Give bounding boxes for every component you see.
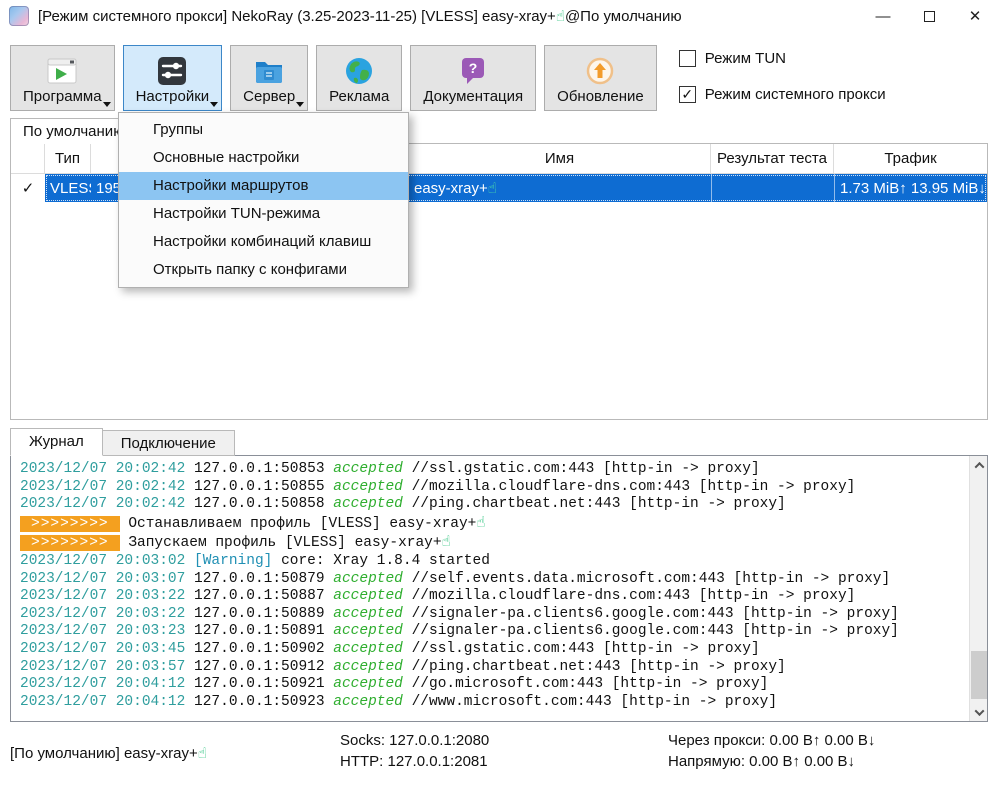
log-lines: 2023/12/07 20:02:42 127.0.0.1:50853 acce…: [20, 461, 963, 711]
dropdown-arrow-icon: [103, 102, 111, 107]
update-button[interactable]: Обновление: [544, 45, 657, 111]
log-line: 2023/12/07 20:04:12 127.0.0.1:50921 acce…: [20, 676, 963, 694]
log-line: 2023/12/07 20:03:02 [Warning] core: Xray…: [20, 553, 963, 571]
log-line: 2023/12/07 20:02:42 127.0.0.1:50858 acce…: [20, 496, 963, 514]
program-button[interactable]: Программа: [10, 45, 115, 111]
title-bar: [Режим системного прокси] NekoRay (3.25-…: [0, 0, 998, 32]
header-type[interactable]: Тип: [45, 144, 91, 173]
log-line: 2023/12/07 20:02:42 127.0.0.1:50855 acce…: [20, 479, 963, 497]
hand-cursor-icon: [442, 532, 451, 550]
help-bubble-icon: ?: [457, 54, 489, 88]
program-icon: [46, 54, 78, 88]
log-line: 2023/12/07 20:03:45 127.0.0.1:50902 acce…: [20, 641, 963, 659]
ads-button[interactable]: Реклама: [316, 45, 402, 111]
socks-port-label: Socks: 127.0.0.1:2080: [340, 730, 489, 751]
log-line: 2023/12/07 20:02:42 127.0.0.1:50853 acce…: [20, 461, 963, 479]
http-port-label: HTTP: 127.0.0.1:2081: [340, 751, 489, 772]
log-scrollbar[interactable]: [969, 456, 987, 721]
toolbar: Программа Настройки Сервер: [10, 45, 988, 111]
row-active-checkmark: ✓: [11, 174, 45, 202]
checkbox-icon: [679, 86, 696, 103]
menu-item[interactable]: Открыть папку с конфигами: [119, 256, 408, 284]
row-type: VLESS: [45, 174, 91, 202]
maximize-button[interactable]: [906, 0, 952, 32]
server-button[interactable]: Сервер: [230, 45, 308, 111]
menu-item[interactable]: Настройки TUN-режима: [119, 200, 408, 228]
log-tabs: Журнал Подключение: [10, 428, 235, 456]
log-line: >>>>>>>> Останавливаем профиль [VLESS] e…: [20, 514, 963, 534]
svg-text:?: ?: [469, 60, 478, 76]
header-name[interactable]: Имя: [409, 144, 711, 173]
log-line: 2023/12/07 20:03:22 127.0.0.1:50887 acce…: [20, 588, 963, 606]
dropdown-arrow-icon: [296, 102, 304, 107]
checkbox-icon: [679, 50, 696, 67]
log-line: >>>>>>>> Запускаем профиль [VLESS] easy-…: [20, 533, 963, 553]
menu-item[interactable]: Основные настройки: [119, 144, 408, 172]
direct-label: Напрямую: 0.00 B↑ 0.00 B↓: [668, 751, 875, 772]
log-view: 2023/12/07 20:02:42 127.0.0.1:50853 acce…: [10, 455, 988, 722]
log-line: 2023/12/07 20:03:22 127.0.0.1:50889 acce…: [20, 606, 963, 624]
header-traffic[interactable]: Трафик: [834, 144, 987, 173]
system-proxy-checkbox[interactable]: Режим системного прокси: [679, 86, 886, 103]
app-icon: [9, 6, 29, 26]
tab-log[interactable]: Журнал: [10, 428, 103, 456]
header-check[interactable]: [11, 144, 45, 173]
menu-item[interactable]: Настройки комбинаций клавиш: [119, 228, 408, 256]
minimize-button[interactable]: —: [860, 0, 906, 32]
status-bar: [По умолчанию] easy-xray+ Socks: 127.0.0…: [0, 722, 998, 785]
row-test-result: [711, 174, 834, 202]
documentation-button[interactable]: ? Документация: [410, 45, 536, 111]
menu-item[interactable]: Группы: [119, 116, 408, 144]
hand-cursor-icon: [198, 744, 207, 762]
hand-cursor-icon: [488, 179, 497, 197]
dropdown-arrow-icon: [210, 102, 218, 107]
row-name: easy-xray+: [409, 174, 711, 202]
log-line: 2023/12/07 20:03:23 127.0.0.1:50891 acce…: [20, 623, 963, 641]
traffic-totals: Через прокси: 0.00 B↑ 0.00 B↓ Напрямую: …: [668, 730, 875, 772]
row-traffic: 1.73 MiB↑ 13.95 MiB↓: [834, 174, 987, 202]
server-folder-icon: [253, 54, 285, 88]
log-line: 2023/12/07 20:03:57 127.0.0.1:50912 acce…: [20, 659, 963, 677]
window-title: [Режим системного прокси] NekoRay (3.25-…: [38, 7, 682, 25]
via-proxy-label: Через прокси: 0.00 B↑ 0.00 B↓: [668, 730, 875, 751]
hand-cursor-icon: [476, 513, 485, 531]
tun-mode-checkbox[interactable]: Режим TUN: [679, 50, 886, 67]
scroll-down-icon[interactable]: [970, 703, 988, 721]
mode-checkboxes: Режим TUN Режим системного прокси: [671, 45, 886, 111]
update-arrow-icon: [584, 54, 616, 88]
scrollbar-thumb[interactable]: [971, 651, 987, 699]
log-line: 2023/12/07 20:04:12 127.0.0.1:50923 acce…: [20, 694, 963, 712]
settings-menu: ГруппыОсновные настройкиНастройки маршру…: [118, 112, 409, 288]
tab-connections[interactable]: Подключение: [103, 430, 235, 456]
menu-item[interactable]: Настройки маршрутов: [119, 172, 408, 200]
settings-icon: [156, 54, 188, 88]
active-profile-label: [По умолчанию] easy-xray+: [10, 744, 207, 762]
settings-button[interactable]: Настройки: [123, 45, 223, 111]
header-test-result[interactable]: Результат теста: [711, 144, 834, 173]
close-button[interactable]: ✕: [952, 0, 998, 32]
globe-icon: [343, 54, 375, 88]
proxy-ports: Socks: 127.0.0.1:2080 HTTP: 127.0.0.1:20…: [340, 730, 489, 772]
scroll-up-icon[interactable]: [970, 456, 988, 474]
log-line: 2023/12/07 20:03:07 127.0.0.1:50879 acce…: [20, 571, 963, 589]
hand-cursor-icon: [556, 7, 565, 25]
